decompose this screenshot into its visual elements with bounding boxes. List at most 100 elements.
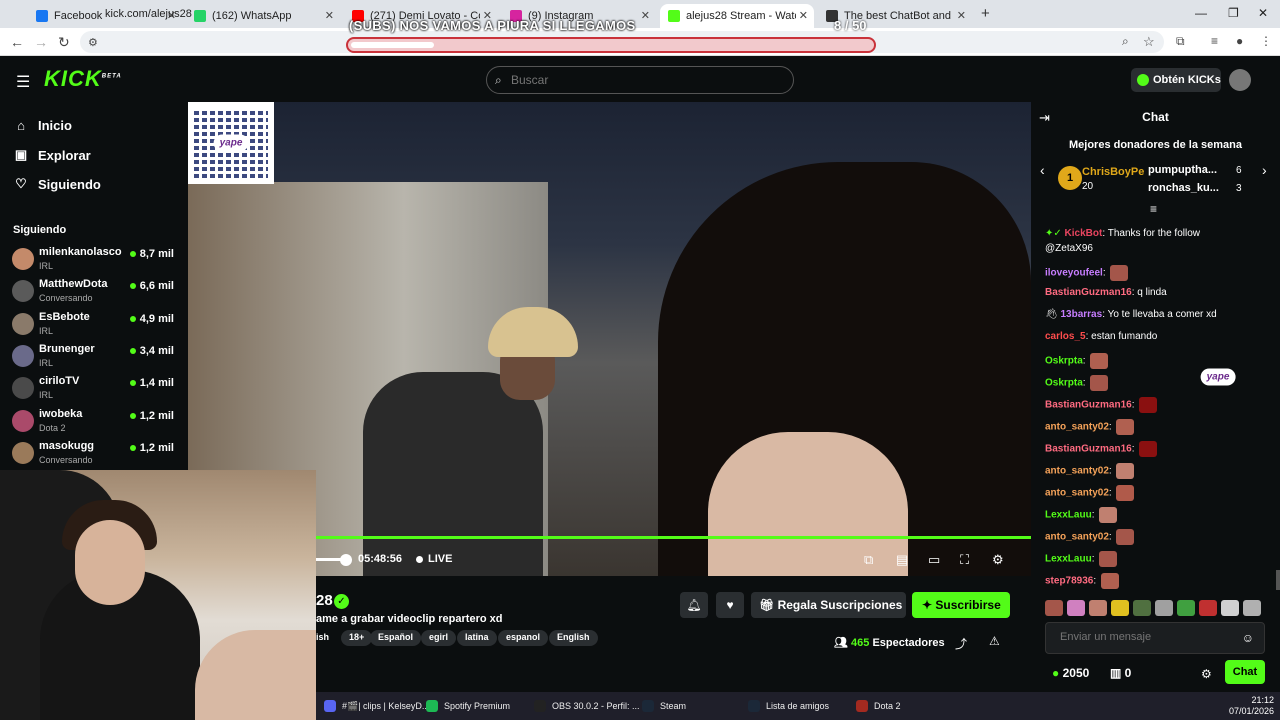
- close-window-icon[interactable]: ✕: [1258, 6, 1268, 20]
- tab-close-icon[interactable]: ✕: [799, 9, 808, 22]
- tab-close-icon[interactable]: ✕: [325, 9, 334, 22]
- followed-channel[interactable]: iwobeka Dota 2 1,2 mil: [12, 406, 180, 436]
- chat-username[interactable]: BastianGuzman16: [1045, 444, 1132, 455]
- streamer-name[interactable]: 28: [316, 592, 333, 609]
- followed-channel[interactable]: MatthewDota Conversando 6,6 mil: [12, 276, 180, 306]
- bookmark-star-icon[interactable]: ☆: [1143, 34, 1155, 50]
- stream-tag[interactable]: 18+: [341, 630, 373, 646]
- stream-tag[interactable]: English: [549, 630, 598, 646]
- donor-name[interactable]: ronchas_ku...: [1148, 182, 1219, 194]
- sidebar-item-siguiendo[interactable]: ♡ Siguiendo: [14, 176, 101, 192]
- followed-channel[interactable]: milenkanolasco IRL 8,7 mil: [12, 244, 180, 274]
- taskbar-app[interactable]: Lista de amigos: [748, 692, 829, 720]
- emote-icon[interactable]: [1243, 600, 1261, 616]
- donors-next-arrow-icon[interactable]: ›: [1262, 162, 1267, 178]
- followed-channel[interactable]: masokugg Conversando 1,2 mil: [12, 438, 180, 468]
- followed-channel[interactable]: ciriloTV IRL 1,4 mil: [12, 373, 180, 403]
- live-indicator[interactable]: LIVE: [416, 553, 452, 565]
- volume-slider-knob[interactable]: [340, 554, 352, 566]
- browser-tab[interactable]: alejus28 Stream - Watch Li✕: [660, 4, 814, 28]
- emoji-picker-icon[interactable]: ☺: [1242, 631, 1254, 645]
- chat-message[interactable]: BastianGuzman16:: [1045, 441, 1158, 457]
- emote-icon[interactable]: [1177, 600, 1195, 616]
- donor-name[interactable]: pumpuptha...: [1148, 164, 1217, 176]
- site-info-icon[interactable]: ⚙: [88, 36, 98, 49]
- chat-username[interactable]: KickBot: [1065, 228, 1103, 239]
- followed-channel[interactable]: EsBebote IRL 4,9 mil: [12, 309, 180, 339]
- chat-message[interactable]: iloveyoufeel:: [1045, 265, 1129, 281]
- chat-message[interactable]: @ZetaX96: [1045, 243, 1093, 254]
- chat-message[interactable]: LexxLauu:: [1045, 551, 1118, 567]
- system-clock[interactable]: 21:12 07/01/2026: [1229, 695, 1274, 717]
- emote-icon[interactable]: [1155, 600, 1173, 616]
- sidebar-item-inicio[interactable]: ⌂ Inicio: [14, 118, 72, 133]
- chat-username[interactable]: Oskrpta: [1045, 356, 1083, 367]
- profile-icon[interactable]: ●: [1236, 34, 1243, 48]
- chat-message[interactable]: carlos_5: estan fumando: [1045, 331, 1157, 342]
- kicks-balance[interactable]: ▥ 0: [1110, 666, 1131, 680]
- get-kicks-button[interactable]: Obtén KICKs: [1131, 68, 1221, 92]
- stream-tag[interactable]: latina: [457, 630, 497, 646]
- emote-icon[interactable]: [1111, 600, 1129, 616]
- chat-message[interactable]: ✦✓ KickBot: Thanks for the follow: [1045, 228, 1200, 239]
- emote-icon[interactable]: [1089, 600, 1107, 616]
- sidebar-item-explorar[interactable]: ▣ Explorar: [14, 147, 91, 163]
- taskbar-app[interactable]: #🎬| clips | KelseyD...: [324, 692, 429, 720]
- chat-message[interactable]: LexxLauu:: [1045, 507, 1118, 523]
- tab-close-icon[interactable]: ✕: [641, 9, 650, 22]
- share-icon[interactable]: ⤴: [955, 635, 967, 652]
- donors-prev-arrow-icon[interactable]: ‹: [1040, 162, 1045, 178]
- gift-subs-button[interactable]: 🎁︎ Regala Suscripciones: [751, 592, 906, 618]
- chat-username[interactable]: carlos_5: [1045, 331, 1086, 342]
- theater-mode-icon[interactable]: ▭: [928, 552, 940, 568]
- search-input[interactable]: [511, 71, 781, 89]
- taskbar-app[interactable]: Spotify Premium: [426, 692, 510, 720]
- hamburger-menu-icon[interactable]: ☰: [16, 72, 30, 92]
- chat-input-box[interactable]: ☺: [1045, 622, 1265, 654]
- chat-username[interactable]: Oskrpta: [1045, 378, 1083, 389]
- browser-tab[interactable]: (162) WhatsApp ✕: [186, 4, 340, 28]
- followed-channel[interactable]: Brunenger IRL 3,4 mil: [12, 341, 180, 371]
- chat-username[interactable]: step78936: [1045, 576, 1093, 587]
- chat-username[interactable]: 13barras: [1060, 309, 1102, 320]
- taskbar-app[interactable]: OBS 30.0.2 - Perfil: ...: [534, 692, 640, 720]
- browser-menu-icon[interactable]: ⋮: [1260, 34, 1272, 48]
- chat-message[interactable]: anto_santy02:: [1045, 463, 1135, 479]
- search-bar[interactable]: ⌕: [486, 66, 794, 94]
- fullscreen-icon[interactable]: ⛶: [960, 552, 969, 568]
- taskbar-app[interactable]: Dota 2: [856, 692, 901, 720]
- send-chat-button[interactable]: Chat: [1225, 660, 1265, 684]
- channel-points[interactable]: ● 2050: [1052, 666, 1089, 680]
- chat-message[interactable]: Oskrpta:: [1045, 375, 1109, 391]
- stream-tag[interactable]: espanol: [498, 630, 549, 646]
- emote-icon[interactable]: [1133, 600, 1151, 616]
- tab-close-icon[interactable]: ✕: [957, 9, 966, 22]
- chat-message[interactable]: step78936:: [1045, 573, 1119, 589]
- chat-message[interactable]: Oskrpta:: [1045, 353, 1109, 369]
- extensions-icon[interactable]: ⧉: [1176, 34, 1185, 49]
- chat-username[interactable]: BastianGuzman16: [1045, 400, 1132, 411]
- stream-tag[interactable]: Español: [370, 630, 422, 646]
- new-tab-button[interactable]: +: [981, 5, 990, 22]
- chat-message-input[interactable]: [1060, 631, 1240, 643]
- kick-logo[interactable]: KICKBETA: [44, 66, 122, 92]
- user-avatar[interactable]: [1229, 69, 1251, 91]
- minimize-icon[interactable]: —: [1195, 6, 1207, 20]
- chat-username[interactable]: LexxLauu: [1045, 554, 1092, 565]
- chat-username[interactable]: LexxLauu: [1045, 510, 1092, 521]
- chat-message[interactable]: anto_santy02:: [1045, 485, 1135, 501]
- chat-username[interactable]: anto_santy02: [1045, 466, 1109, 477]
- chat-username[interactable]: anto_santy02: [1045, 532, 1109, 543]
- scrollbar[interactable]: [1276, 570, 1280, 590]
- stream-tag[interactable]: egirl: [421, 630, 457, 646]
- taskbar-app[interactable]: Steam: [642, 692, 686, 720]
- emote-icon[interactable]: [1199, 600, 1217, 616]
- follow-heart-button[interactable]: ♥: [716, 592, 744, 618]
- emote-icon[interactable]: [1221, 600, 1239, 616]
- chat-message[interactable]: BastianGuzman16: q linda: [1045, 287, 1167, 298]
- chat-username[interactable]: anto_santy02: [1045, 422, 1109, 433]
- report-warning-icon[interactable]: ⚠: [989, 634, 1000, 648]
- subscribe-button[interactable]: ✦ Suscribirse: [912, 592, 1010, 618]
- media-controls-icon[interactable]: ≡: [1211, 34, 1218, 48]
- notifications-bell-button[interactable]: 🔔︎: [680, 592, 708, 618]
